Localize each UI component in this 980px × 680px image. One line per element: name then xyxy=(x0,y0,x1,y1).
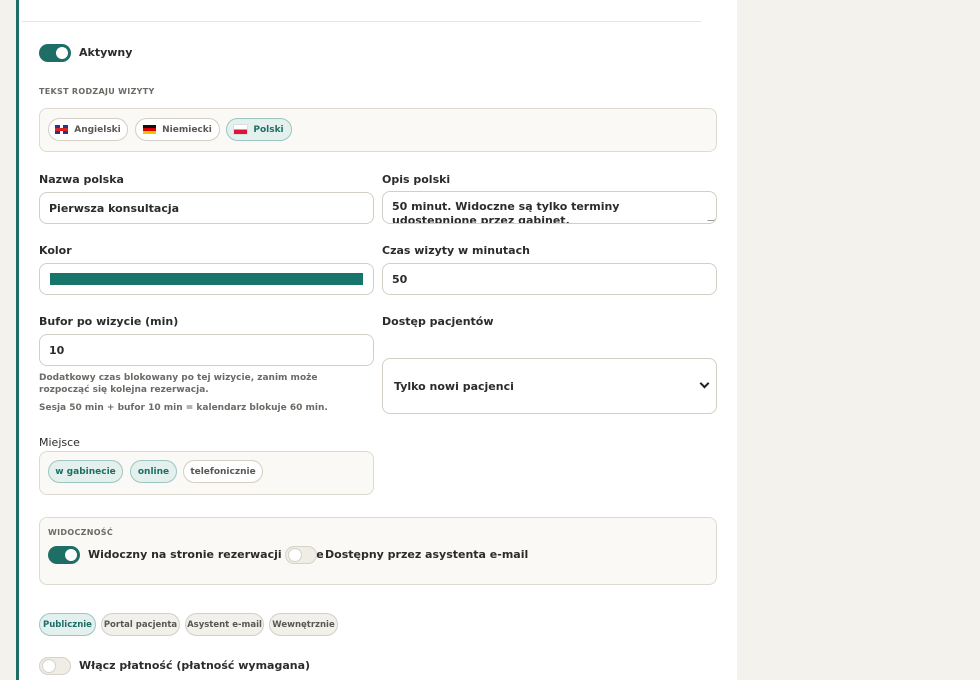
toggle-knob xyxy=(65,549,77,561)
tab-patient-portal[interactable]: Portal pacjenta xyxy=(101,613,180,636)
duration-label: Czas wizyty w minutach xyxy=(382,244,530,257)
active-label: Aktywny xyxy=(79,46,133,59)
tab-internal[interactable]: Wewnętrznie xyxy=(269,613,338,636)
text-section-caption: TEKST RODZAJU WIZYTY xyxy=(39,87,155,96)
resize-handle-icon[interactable] xyxy=(707,214,716,221)
description-label: Opis polski xyxy=(382,173,451,186)
toggle-knob xyxy=(289,549,301,561)
patient-access-label: Dostęp pacjentów xyxy=(382,315,494,328)
lang-tab-polish[interactable]: Polski xyxy=(226,118,292,141)
color-input[interactable] xyxy=(39,263,374,295)
patient-access-select[interactable]: Tylko nowi pacjenci xyxy=(382,358,717,414)
location-option-online[interactable]: online xyxy=(130,460,177,483)
lang-tab-english[interactable]: Angielski xyxy=(48,118,128,141)
name-label: Nazwa polska xyxy=(39,173,124,186)
toggle-knob xyxy=(43,660,55,672)
buffer-input[interactable]: 10 xyxy=(39,334,374,366)
lang-tab-label: Polski xyxy=(253,124,284,135)
name-input[interactable]: Pierwsza konsultacja xyxy=(39,192,374,224)
location-option-phone[interactable]: telefonicznie xyxy=(183,460,263,483)
lang-tab-label: Niemiecki xyxy=(162,124,212,135)
payment-label: Włącz płatność (płatność wymagana) xyxy=(79,659,311,672)
active-toggle[interactable] xyxy=(39,44,71,62)
location-option-office[interactable]: w gabinecie xyxy=(48,460,123,483)
buffer-summary-text: Sesja 50 min + bufor 10 min = kalendarz … xyxy=(39,403,328,413)
description-text: 50 minut. Widoczne są tylko terminy udos… xyxy=(392,200,620,224)
booking-visibility-toggle[interactable] xyxy=(48,546,80,564)
de-flag-icon xyxy=(143,125,157,134)
description-textarea[interactable]: 50 minut. Widoczne są tylko terminy udos… xyxy=(382,191,717,224)
visibility-caption: WIDOCZNOŚĆ xyxy=(48,528,114,537)
toggle-knob xyxy=(56,47,68,59)
top-divider xyxy=(22,21,701,22)
tab-email-assistant[interactable]: Asystent e-mail xyxy=(185,613,264,636)
gb-flag-icon xyxy=(55,125,69,134)
chevron-down-icon xyxy=(699,378,710,389)
assistant-availability-label: Dostępny przez asystenta e-mail xyxy=(325,548,529,561)
buffer-help-text: Dodatkowy czas blokowany po tej wizycie,… xyxy=(39,373,318,395)
buffer-label: Bufor po wizycie (min) xyxy=(39,315,179,328)
patient-access-value: Tylko nowi pacjenci xyxy=(394,379,514,393)
color-label: Kolor xyxy=(39,244,72,257)
lang-tab-german[interactable]: Niemiecki xyxy=(135,118,220,141)
duration-input[interactable]: 50 xyxy=(382,263,717,295)
color-swatch xyxy=(50,273,363,285)
lang-tab-label: Angielski xyxy=(74,124,121,135)
pl-flag-icon xyxy=(234,125,248,134)
tab-public[interactable]: Publicznie xyxy=(39,613,96,636)
location-label: Miejsce xyxy=(39,436,80,449)
payment-toggle[interactable] xyxy=(39,657,71,675)
assistant-availability-toggle[interactable] xyxy=(285,546,317,564)
